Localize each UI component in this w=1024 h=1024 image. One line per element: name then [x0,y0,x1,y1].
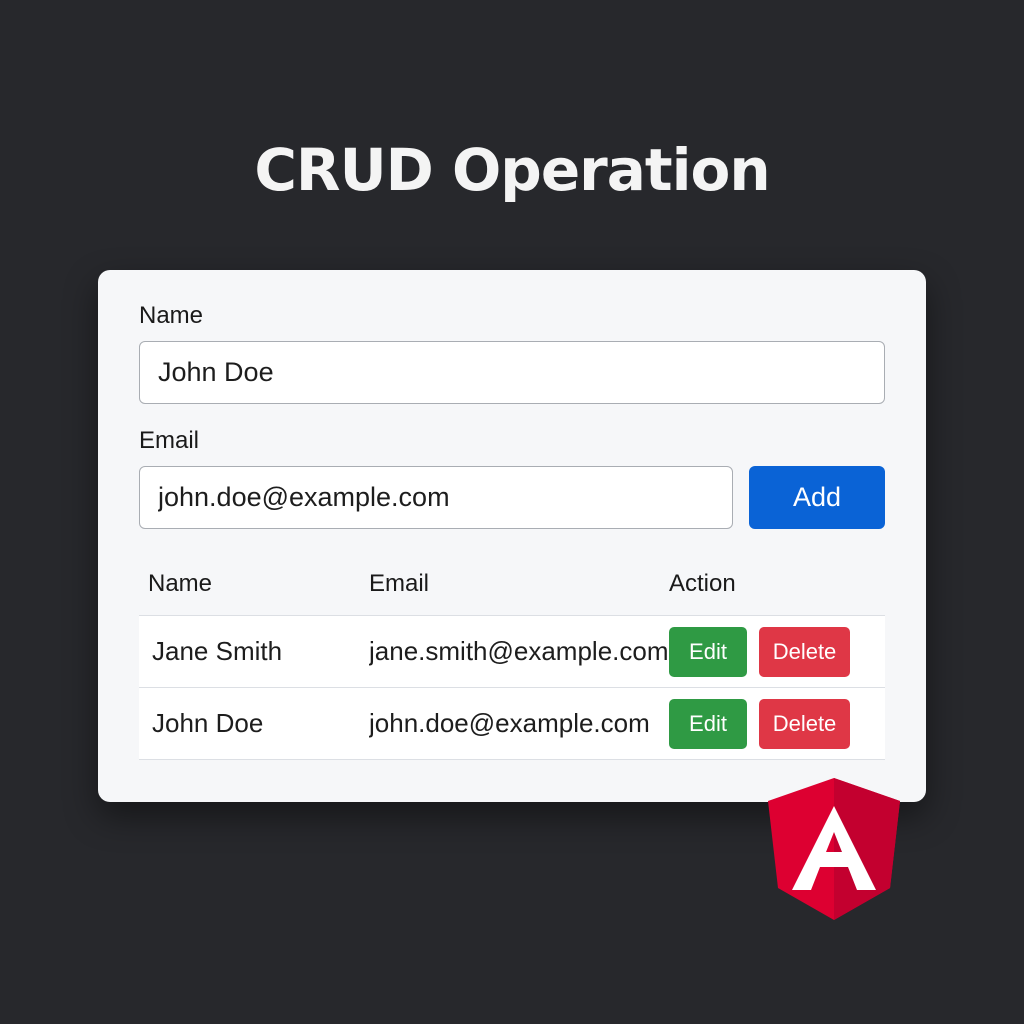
email-input[interactable] [139,466,733,529]
cell-name: John Doe [139,687,369,760]
edit-button[interactable]: Edit [669,698,747,749]
cell-email: jane.smith@example.com [369,615,669,688]
name-input[interactable] [139,341,885,404]
page-title: CRUD Operation [254,136,770,204]
table-row: John Doe john.doe@example.com Edit Delete [139,687,885,760]
name-label: Name [139,302,204,329]
users-table: Name Email Action Jane Smith jane.smith@… [139,552,885,760]
column-header-email: Email [369,552,669,616]
crud-card: Name Email Add Name Email Action Jane Sm… [98,270,926,802]
delete-button[interactable]: Delete [759,698,850,749]
table-row: Jane Smith jane.smith@example.com Edit De… [139,615,885,688]
cell-name: Jane Smith [139,615,369,688]
email-label: Email [139,427,200,454]
angular-logo-icon [768,778,900,920]
table-header-row: Name Email Action [139,552,885,616]
delete-button[interactable]: Delete [759,626,850,677]
column-header-action: Action [669,552,885,616]
edit-button[interactable]: Edit [669,626,747,677]
add-button[interactable]: Add [749,466,885,529]
column-header-name: Name [139,552,369,616]
cell-actions: Edit Delete [669,687,885,760]
angular-logo-shape [768,778,900,920]
cell-email: john.doe@example.com [369,687,669,760]
cell-actions: Edit Delete [669,615,885,688]
